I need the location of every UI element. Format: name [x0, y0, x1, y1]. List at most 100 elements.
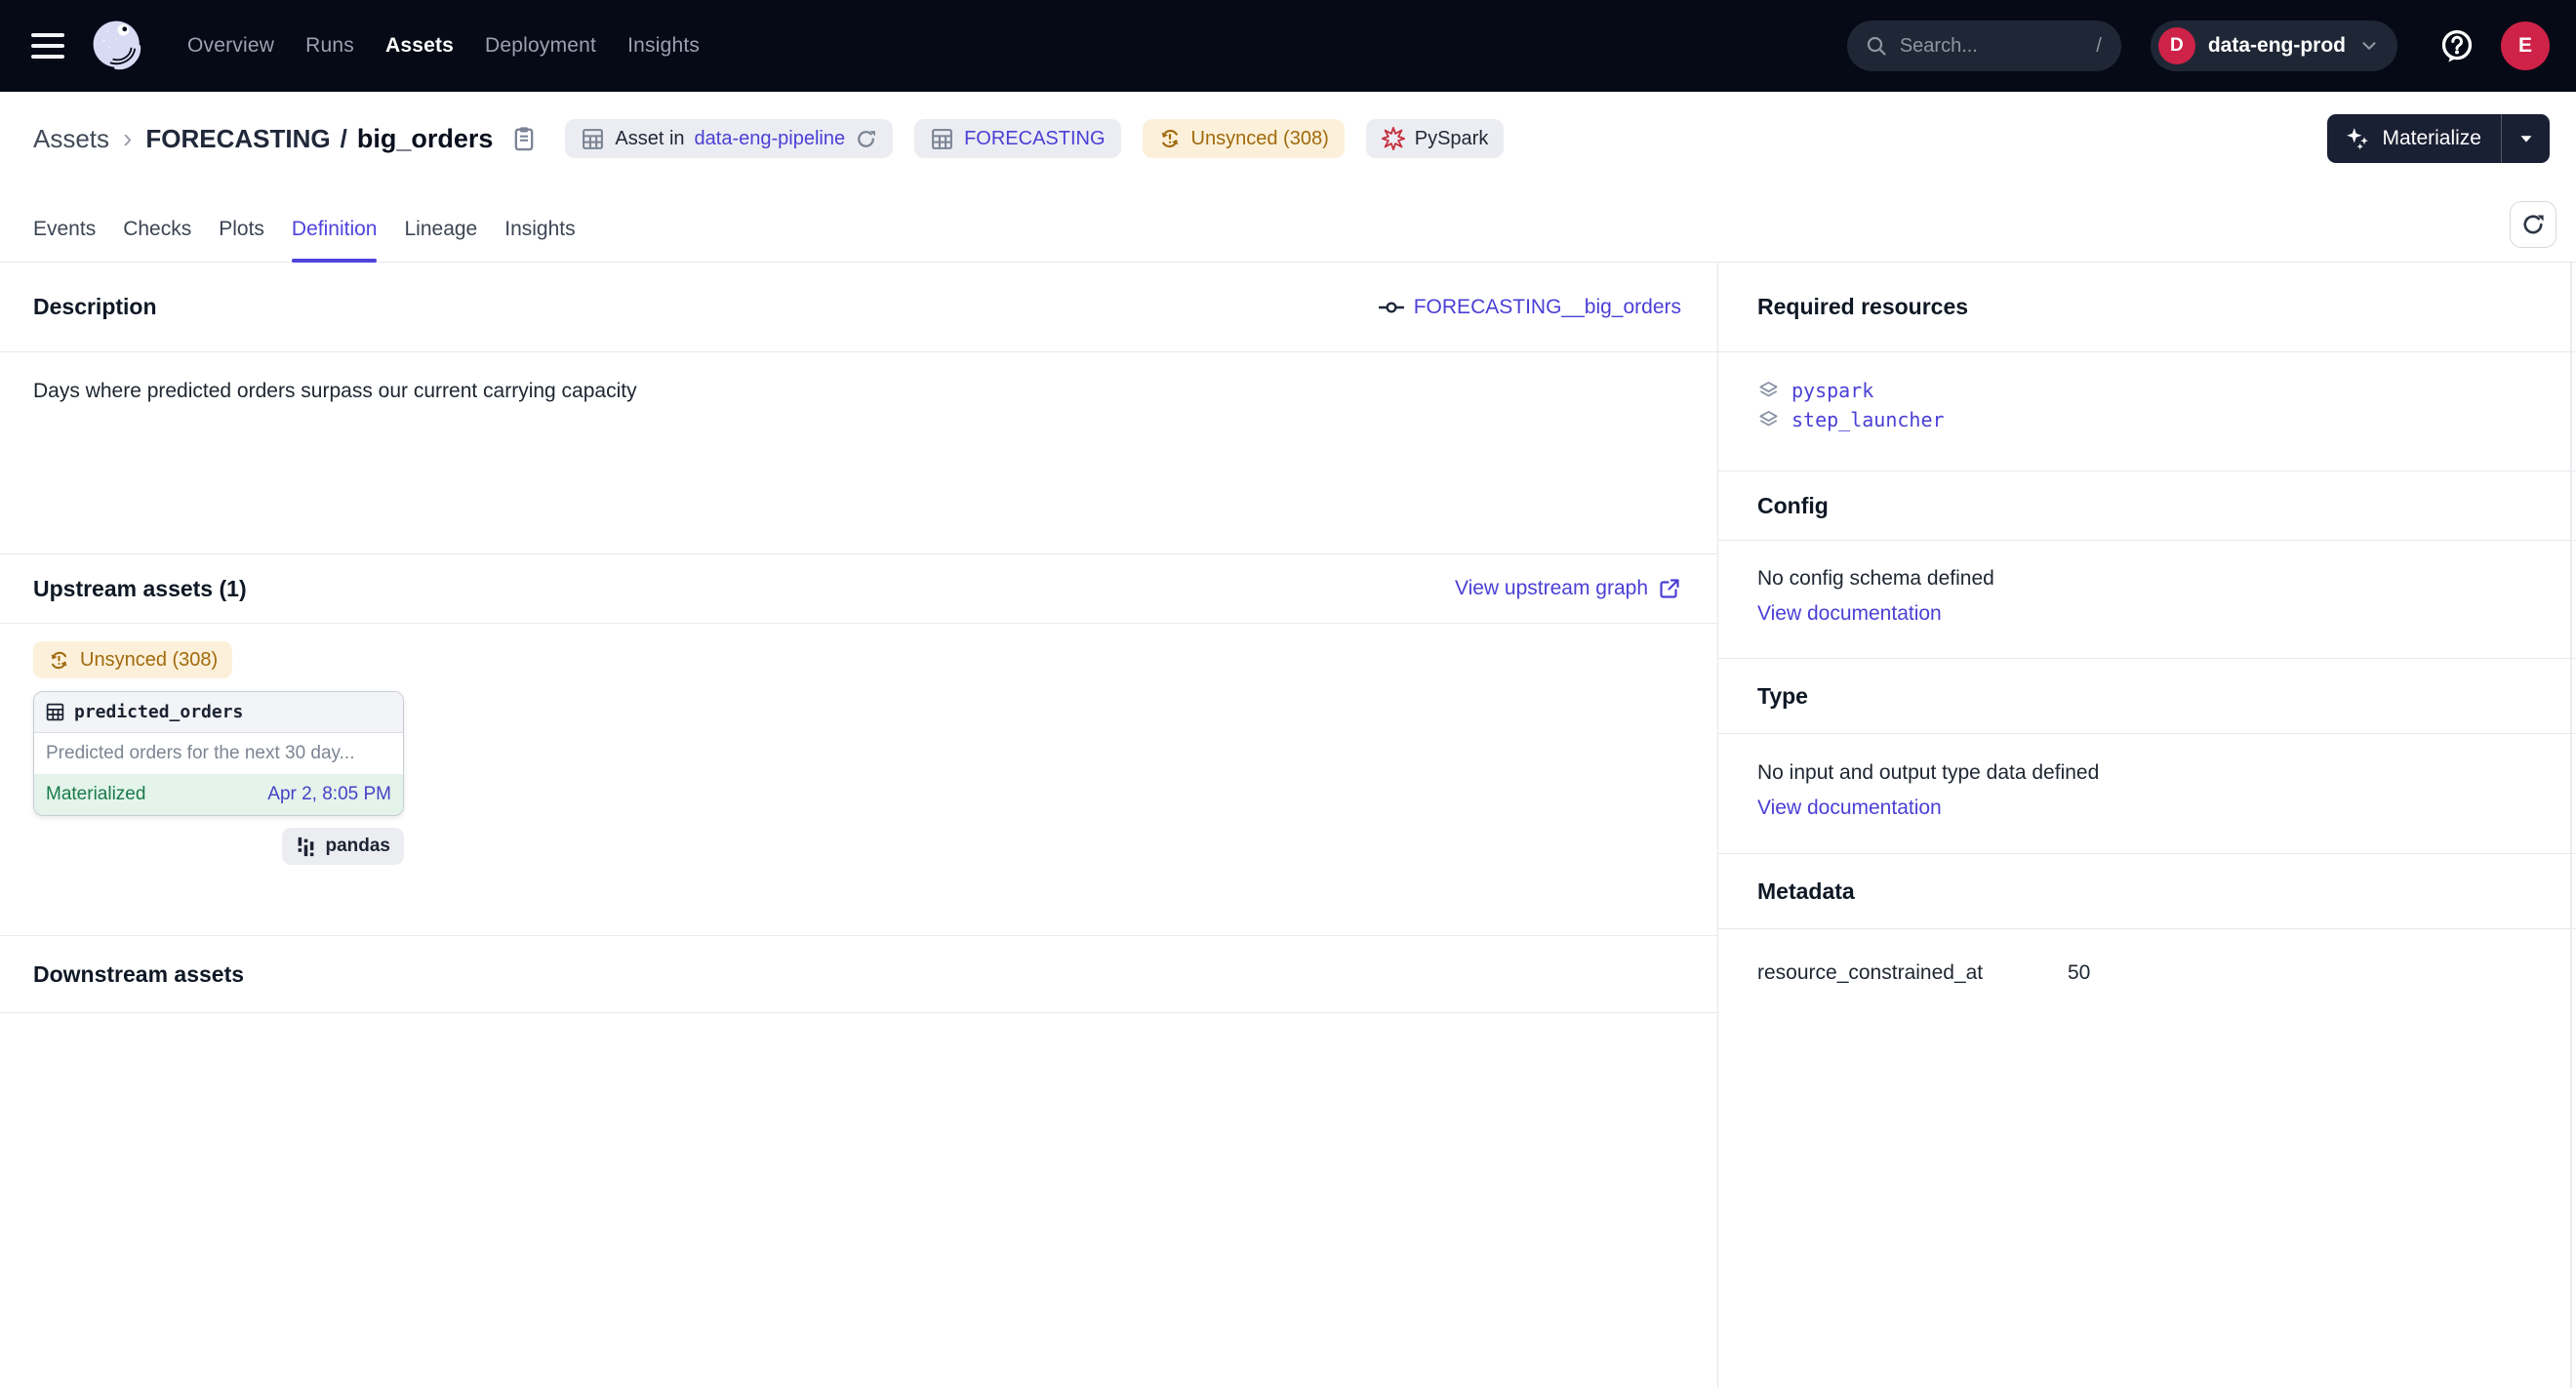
asset-in-label: Asset in [615, 128, 684, 150]
metadata-value: 50 [2068, 961, 2090, 985]
description-body: Days where predicted orders surpass our … [0, 352, 1717, 554]
job-icon [1379, 295, 1404, 320]
job-link[interactable]: FORECASTING__big_orders [1379, 295, 1681, 320]
breadcrumb-separator: / [341, 124, 347, 154]
resource-link-step-launcher[interactable]: step_launcher [1791, 408, 1945, 431]
unsynced-badge-label: Unsynced (308) [1191, 128, 1329, 150]
pipeline-link[interactable]: data-eng-pipeline [695, 128, 846, 150]
view-upstream-graph-label: View upstream graph [1455, 577, 1648, 600]
description-title: Description [33, 294, 157, 320]
config-body: No config schema defined View documentat… [1718, 541, 2576, 659]
metadata-section-header: Metadata [1718, 854, 2576, 929]
unsynced-badge[interactable]: Unsynced (308) [1143, 119, 1345, 158]
tab-lineage[interactable]: Lineage [404, 218, 477, 262]
pandas-kind-tag[interactable]: pandas [282, 828, 404, 865]
tab-checks[interactable]: Checks [123, 218, 191, 262]
nav-item-overview[interactable]: Overview [187, 34, 274, 58]
downstream-section-header: Downstream assets [0, 936, 1717, 1013]
main-column: Description FORECASTING__big_orders Days… [0, 263, 1718, 1388]
search-shortcut-hint: / [2096, 35, 2102, 58]
tab-events[interactable]: Events [33, 218, 96, 262]
sync-alert-icon [1158, 127, 1182, 150]
upstream-title: Upstream assets (1) [33, 576, 247, 602]
upstream-unsynced-label: Unsynced (308) [80, 649, 218, 672]
breadcrumb-group[interactable]: FORECASTING [145, 124, 330, 154]
dagster-logo-icon[interactable] [90, 18, 146, 74]
asset-card-tags: pandas [33, 828, 404, 865]
copy-asset-name-button[interactable] [510, 125, 538, 152]
resource-link-pyspark[interactable]: pyspark [1791, 379, 1873, 402]
deployment-name: data-eng-prod [2208, 34, 2346, 58]
asset-card-status-row: Materialized Apr 2, 8:05 PM [34, 774, 403, 815]
refresh-icon [2520, 212, 2546, 237]
tab-definition[interactable]: Definition [292, 218, 378, 262]
chevron-down-icon [2358, 35, 2380, 57]
definition-sidebar: Required resources pyspark step_launcher… [1718, 263, 2576, 1388]
scrollbar-track[interactable] [2570, 263, 2572, 1388]
materialize-dropdown-button[interactable] [2501, 114, 2550, 163]
description-text: Days where predicted orders surpass our … [33, 380, 637, 402]
materialized-timestamp[interactable]: Apr 2, 8:05 PM [267, 784, 391, 805]
refresh-icon[interactable] [855, 128, 877, 150]
breadcrumb-assets-link[interactable]: Assets [33, 124, 109, 154]
pandas-icon [296, 837, 316, 857]
help-button[interactable] [2438, 27, 2475, 64]
nav-item-assets[interactable]: Assets [385, 34, 454, 58]
materialize-button[interactable]: Materialize [2327, 114, 2501, 163]
materialize-label: Materialize [2382, 127, 2481, 150]
upstream-body: Unsynced (308) predicted_orders Predicte… [0, 624, 1717, 936]
config-view-documentation-link[interactable]: View documentation [1757, 602, 1942, 626]
resources-list: pyspark step_launcher [1718, 352, 2576, 471]
asset-badges: Asset in data-eng-pipeline FORECASTING U… [565, 119, 1504, 158]
nav-item-insights[interactable]: Insights [627, 34, 700, 58]
asset-tabs: Events Checks Plots Definition Lineage I… [0, 185, 2576, 263]
materialize-split-button: Materialize [2327, 114, 2550, 163]
view-upstream-graph-link[interactable]: View upstream graph [1455, 577, 1681, 600]
user-avatar[interactable]: E [2501, 21, 2550, 70]
config-section-header: Config [1718, 471, 2576, 541]
clipboard-icon [510, 125, 538, 152]
type-title: Type [1757, 683, 1808, 710]
group-badge[interactable]: FORECASTING [914, 119, 1120, 158]
tab-insights[interactable]: Insights [504, 218, 575, 262]
tab-plots[interactable]: Plots [219, 218, 264, 262]
asset-in-pipeline-badge: Asset in data-eng-pipeline [565, 119, 893, 158]
page-header: Assets › FORECASTING / big_orders Asset … [0, 92, 2576, 185]
table-icon [45, 702, 65, 722]
metadata-row: resource_constrained_at 50 [1757, 961, 2537, 985]
job-link-label: FORECASTING__big_orders [1414, 296, 1681, 319]
config-empty-text: No config schema defined [1757, 566, 2537, 591]
resource-row: step_launcher [1757, 405, 2537, 434]
nav-item-deployment[interactable]: Deployment [485, 34, 596, 58]
top-navigation-bar: Overview Runs Assets Deployment Insights… [0, 0, 2576, 92]
resources-section-header: Required resources [1718, 263, 2576, 352]
asset-card-name: predicted_orders [74, 702, 243, 722]
type-view-documentation-link[interactable]: View documentation [1757, 796, 1942, 820]
config-title: Config [1757, 493, 1829, 519]
hamburger-menu-icon[interactable] [31, 33, 64, 59]
external-link-icon [1658, 577, 1681, 600]
upstream-unsynced-badge[interactable]: Unsynced (308) [33, 641, 232, 678]
resources-title: Required resources [1757, 294, 1968, 320]
description-section-header: Description FORECASTING__big_orders [0, 263, 1717, 352]
group-badge-label: FORECASTING [964, 128, 1105, 150]
help-icon [2439, 28, 2475, 63]
definition-content: Description FORECASTING__big_orders Days… [0, 263, 2576, 1388]
deployment-switcher[interactable]: D data-eng-prod [2151, 20, 2397, 71]
sync-alert-icon [48, 649, 70, 672]
asset-card-description: Predicted orders for the next 30 day... [34, 733, 403, 774]
page-refresh-button[interactable] [2510, 201, 2556, 248]
metadata-key: resource_constrained_at [1757, 961, 2068, 985]
asset-card-header: predicted_orders [34, 692, 403, 733]
global-search[interactable]: / [1847, 20, 2121, 71]
resource-row: pyspark [1757, 376, 2537, 405]
sparkles-icon [2345, 126, 2370, 151]
upstream-asset-card[interactable]: predicted_orders Predicted orders for th… [33, 691, 404, 816]
asset-definition-page: Overview Runs Assets Deployment Insights… [0, 0, 2576, 1388]
breadcrumb-chevron: › [123, 123, 132, 154]
layers-icon [1757, 380, 1780, 402]
search-input[interactable] [1900, 35, 2084, 58]
table-icon [581, 127, 605, 151]
compute-kind-badge[interactable]: PySpark [1366, 119, 1505, 158]
nav-item-runs[interactable]: Runs [305, 34, 354, 58]
